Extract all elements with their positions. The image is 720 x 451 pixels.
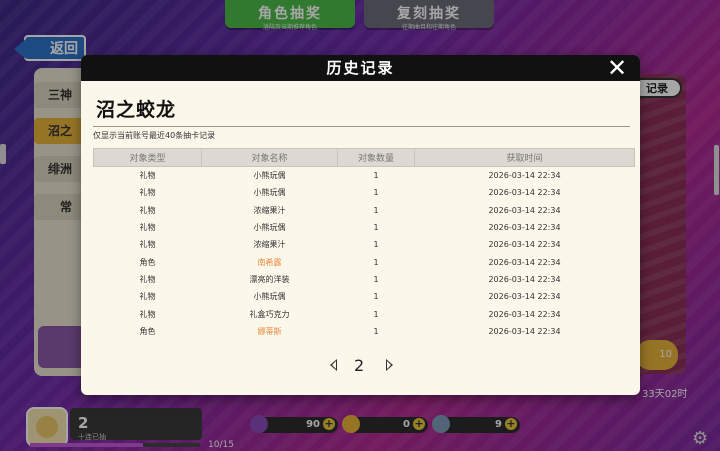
cell-time: 2026-03-14 22:34 [488, 205, 561, 215]
cell-time: 2026-03-14 22:34 [488, 171, 561, 181]
cell-name: 浓缩果汁 [253, 240, 286, 250]
cell-type: 礼物 [139, 240, 156, 250]
column-header-type: 对象类型 [93, 148, 202, 167]
pagination: 2 [326, 355, 396, 377]
cell-quantity: 1 [373, 223, 379, 233]
table-row: 礼物 礼盒巧克力 1 2026-03-14 22:34 [94, 305, 635, 322]
cell-name: 小熊玩偶 [253, 188, 286, 198]
cell-quantity: 1 [373, 292, 379, 302]
table-row: 礼物 浓缩果汁 1 2026-03-14 22:34 [94, 236, 635, 253]
pool-title: 沼之蛟龙 [96, 99, 177, 121]
table-row: 角色 娜蒂斯 1 2026-03-14 22:34 [94, 323, 635, 340]
cell-name: 浓缩果汁 [253, 205, 286, 215]
cell-type: 角色 [139, 257, 156, 267]
table-row: 礼物 小熊玩偶 1 2026-03-14 22:34 [94, 288, 635, 305]
table-row: 礼物 浓缩果汁 1 2026-03-14 22:34 [94, 202, 635, 219]
history-table: 对象类型 对象名称 对象数量 获取时间 礼物 小熊玩偶 1 2026-03-14 22… [93, 148, 635, 340]
cell-quantity: 1 [373, 240, 379, 250]
cell-type: 礼物 [139, 188, 156, 198]
table-row: 角色 南希露 1 2026-03-14 22:34 [94, 253, 635, 270]
table-row: 礼物 小熊玩偶 1 2026-03-14 22:34 [94, 219, 635, 236]
cell-name: 小熊玩偶 [253, 171, 286, 181]
cell-type: 礼物 [139, 171, 156, 181]
modal-header: 历史记录 ✕ [81, 55, 640, 81]
cell-quantity: 1 [373, 171, 379, 181]
table-row: 礼物 小熊玩偶 1 2026-03-14 22:34 [94, 184, 635, 201]
cell-name: 小熊玩偶 [253, 223, 286, 233]
cell-time: 2026-03-14 22:34 [488, 292, 561, 302]
history-modal: 历史记录 ✕ 沼之蛟龙 仅显示当前账号最近40条抽卡记录 对象类型 对象名称 对… [81, 55, 640, 395]
cell-quantity: 1 [373, 205, 379, 215]
cell-type: 礼物 [139, 274, 156, 284]
cell-type: 礼物 [139, 223, 156, 233]
column-header-quantity: 对象数量 [337, 148, 415, 167]
cell-type: 礼物 [139, 205, 156, 215]
cell-time: 2026-03-14 22:34 [488, 274, 561, 284]
cell-type: 礼物 [139, 309, 156, 319]
cell-name: 南希露 [257, 257, 282, 267]
table-row: 礼物 漂亮的洋装 1 2026-03-14 22:34 [94, 271, 635, 288]
cell-name: 漂亮的洋装 [249, 274, 290, 284]
cell-type: 角色 [139, 326, 156, 336]
cell-name: 小熊玩偶 [253, 292, 286, 302]
cell-name: 礼盒巧克力 [249, 309, 290, 319]
cell-time: 2026-03-14 22:34 [488, 240, 561, 250]
column-header-name: 对象名称 [201, 148, 338, 167]
cell-time: 2026-03-14 22:34 [488, 257, 561, 267]
history-note: 仅显示当前账号最近40条抽卡记录 [93, 131, 216, 140]
cell-quantity: 1 [373, 309, 379, 319]
cell-quantity: 1 [373, 188, 379, 198]
modal-header-title: 历史记录 [326, 59, 395, 77]
table-row: 礼物 小熊玩偶 1 2026-03-14 22:34 [94, 167, 635, 185]
close-icon[interactable]: ✕ [606, 55, 630, 81]
cell-quantity: 1 [373, 326, 379, 336]
next-page-icon[interactable] [386, 359, 393, 371]
cell-name: 娜蒂斯 [257, 326, 282, 336]
prev-page-icon[interactable] [330, 359, 337, 371]
cell-quantity: 1 [373, 274, 379, 284]
cell-time: 2026-03-14 22:34 [488, 326, 561, 336]
column-header-time: 获取时间 [414, 148, 635, 167]
cell-type: 礼物 [139, 292, 156, 302]
divider [93, 126, 630, 127]
current-page: 2 [354, 356, 365, 375]
cell-time: 2026-03-14 22:34 [488, 188, 561, 198]
cell-time: 2026-03-14 22:34 [488, 309, 561, 319]
cell-time: 2026-03-14 22:34 [488, 223, 561, 233]
cell-quantity: 1 [373, 257, 379, 267]
